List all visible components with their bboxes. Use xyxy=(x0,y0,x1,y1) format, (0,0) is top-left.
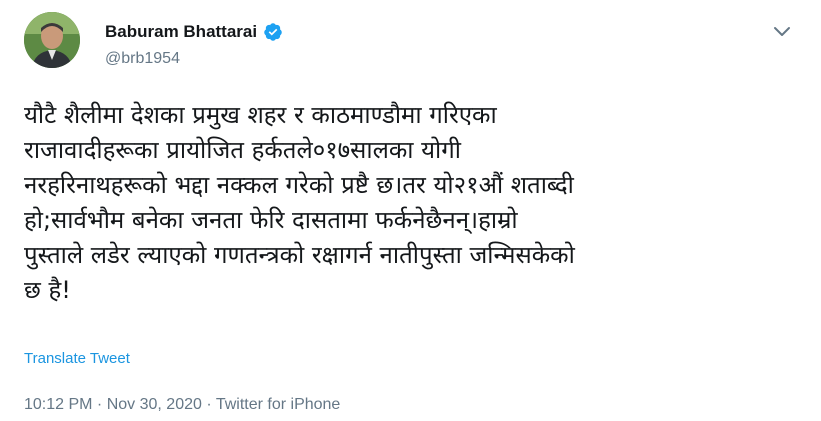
avatar-photo xyxy=(24,12,80,68)
avatar[interactable] xyxy=(24,12,80,68)
tweet-source[interactable]: Twitter for iPhone xyxy=(216,396,341,413)
tweet-date[interactable]: Nov 30, 2020 xyxy=(107,396,202,413)
author-name-row: Baburam Bhattarai xyxy=(105,22,283,42)
meta-separator: · xyxy=(92,396,107,413)
meta-separator: · xyxy=(201,396,216,413)
tweet-text: यौटै शैलीमा देशका प्रमुख शहर र काठमाण्डौ… xyxy=(24,101,575,304)
author-handle[interactable]: @brb1954 xyxy=(105,50,180,68)
author-display-name[interactable]: Baburam Bhattarai xyxy=(105,22,257,42)
tweet-metadata: 10:12 PM · Nov 30, 2020 · Twitter for iP… xyxy=(24,396,340,414)
verified-badge-icon xyxy=(263,22,283,42)
chevron-down-icon[interactable] xyxy=(773,24,791,38)
tweet-time[interactable]: 10:12 PM xyxy=(24,396,92,413)
translate-tweet-link[interactable]: Translate Tweet xyxy=(24,350,130,367)
